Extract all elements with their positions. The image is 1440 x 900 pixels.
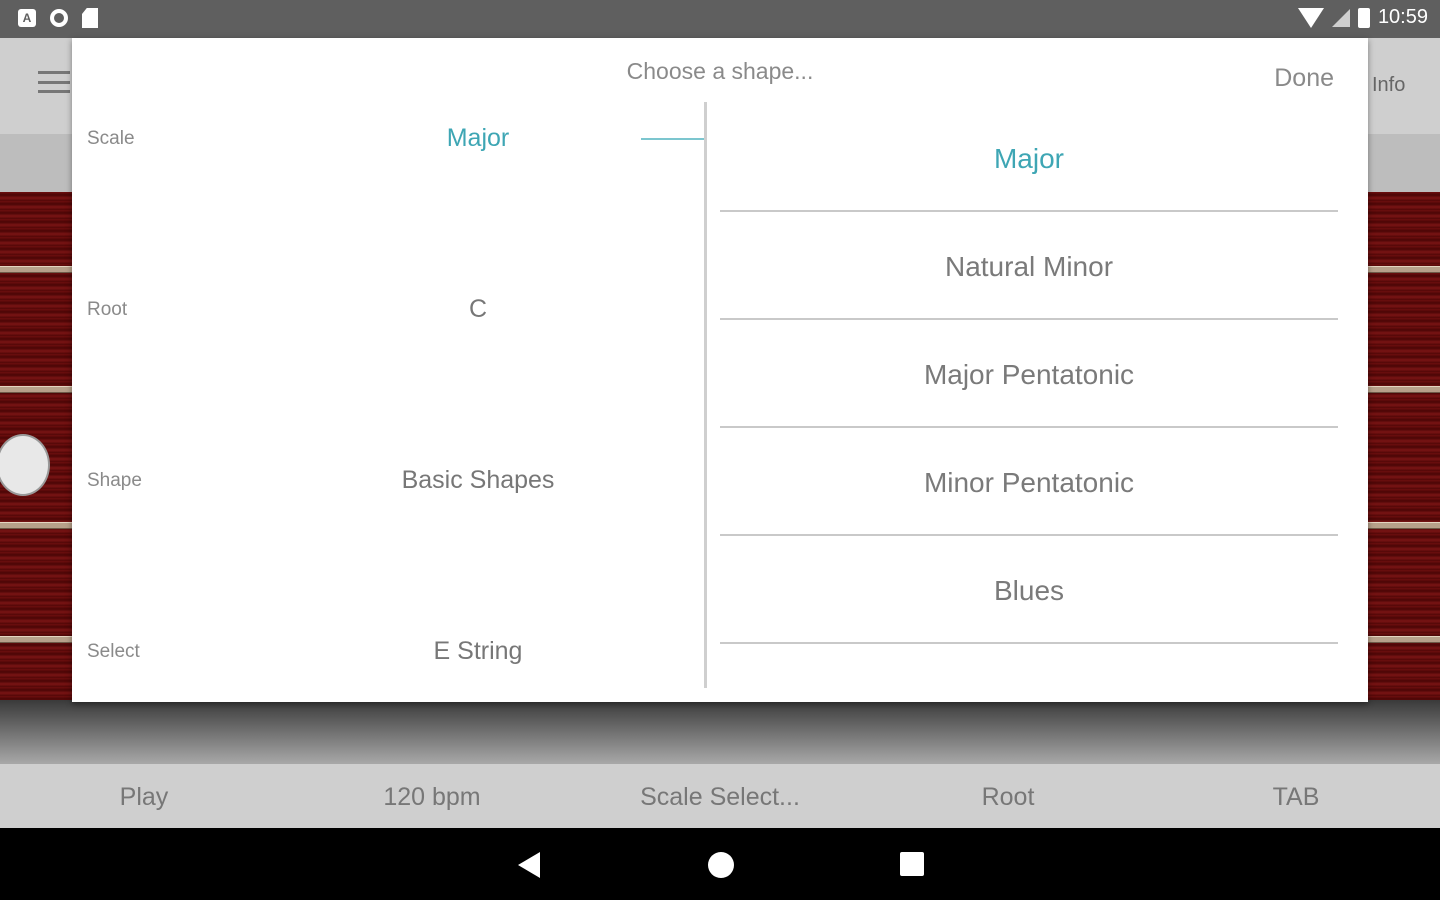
root-label: Root — [87, 299, 128, 320]
select-value[interactable]: E String — [372, 637, 584, 666]
option-blues[interactable]: Blues — [720, 536, 1338, 644]
root-value[interactable]: C — [372, 295, 584, 324]
home-icon[interactable] — [708, 852, 734, 878]
dialog-title: Choose a shape... — [626, 58, 814, 84]
circle-icon — [50, 9, 68, 27]
select-label: Select — [87, 641, 140, 662]
signal-icon — [1331, 8, 1350, 27]
scale-option-list[interactable]: Major Natural Minor Major Pentatonic Min… — [720, 104, 1338, 688]
done-button[interactable]: Done — [1274, 64, 1334, 93]
option-major-pentatonic[interactable]: Major Pentatonic — [720, 320, 1338, 428]
recents-icon[interactable] — [900, 852, 924, 876]
tempo-button[interactable]: 120 bpm — [288, 764, 576, 828]
vertical-divider — [704, 102, 707, 688]
root-button[interactable]: Root — [864, 764, 1152, 828]
a-box-icon: A — [18, 9, 36, 27]
scale-label: Scale — [87, 128, 135, 149]
bottom-bar: Play 120 bpm Scale Select... Root TAB — [0, 764, 1440, 828]
wifi-icon — [1297, 7, 1324, 28]
sd-card-icon — [82, 8, 98, 28]
menu-icon[interactable] — [38, 71, 70, 93]
option-natural-minor[interactable]: Natural Minor — [720, 212, 1338, 320]
selection-connector — [641, 138, 705, 140]
scale-select-button[interactable]: Scale Select... — [576, 764, 864, 828]
back-icon[interactable] — [518, 852, 540, 878]
tab-button[interactable]: TAB — [1152, 764, 1440, 828]
status-bar: A 10:59 — [0, 0, 1440, 38]
shape-value[interactable]: Basic Shapes — [372, 466, 584, 495]
scale-value[interactable]: Major — [372, 124, 584, 153]
status-left-icons: A — [18, 8, 98, 28]
status-time: 10:59 — [1377, 6, 1428, 28]
fretboard-edge — [0, 700, 1440, 764]
info-button[interactable]: Info — [1372, 74, 1405, 97]
option-major[interactable]: Major — [720, 104, 1338, 212]
shape-label: Shape — [87, 470, 142, 491]
play-button[interactable]: Play — [0, 764, 288, 828]
option-minor-pentatonic[interactable]: Minor Pentatonic — [720, 428, 1338, 536]
battery-icon — [1357, 7, 1370, 28]
status-right: 10:59 — [1297, 6, 1428, 29]
shape-dialog: Choose a shape... Done Scale Major Root … — [72, 38, 1368, 702]
